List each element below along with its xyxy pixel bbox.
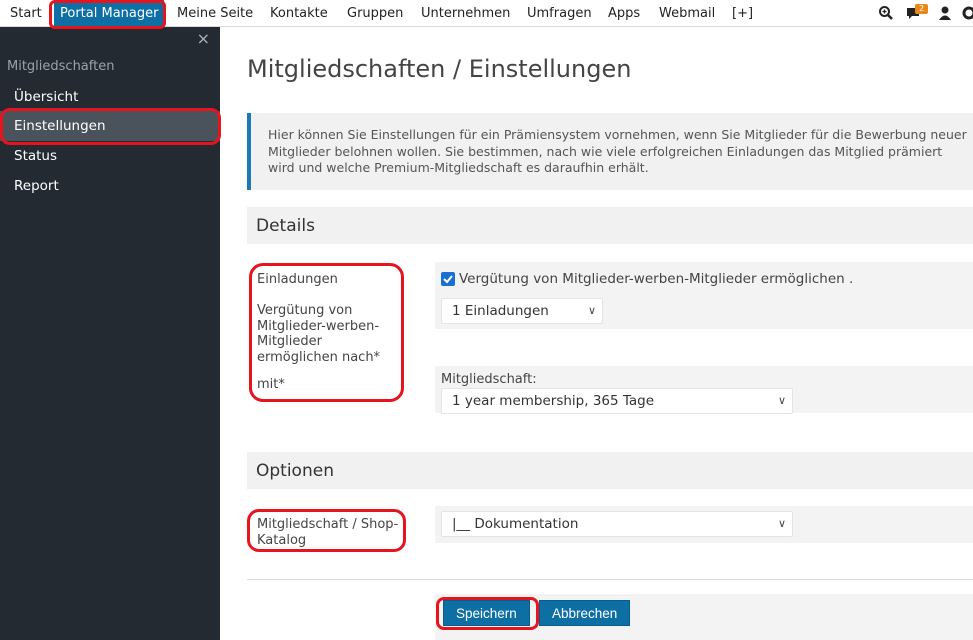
zoom-search-icon[interactable]: [878, 5, 894, 21]
label-einladungen: Einladungen: [257, 272, 338, 287]
chevron-down-icon: ∨: [777, 394, 786, 407]
sidebar-section-title: Mitgliedschaften: [7, 59, 115, 74]
save-button[interactable]: Speichern: [443, 600, 530, 626]
nav-add[interactable]: [+]: [732, 0, 753, 27]
einladungen-select[interactable]: 1 Einladungen ∨: [441, 298, 603, 324]
label-katalog: Mitgliedschaft / Shop-Katalog: [257, 517, 399, 548]
label-verguetung: Vergütung von Mitglieder-werben-Mitglied…: [257, 303, 381, 365]
nav-webmail[interactable]: Webmail: [659, 0, 715, 27]
optionen-heading: Optionen: [256, 461, 334, 481]
info-box: Hier können Sie Einstellungen für ein Pr…: [247, 113, 973, 190]
mitgliedschaft-caption: Mitgliedschaft:: [441, 372, 537, 387]
chevron-down-icon: ∨: [777, 517, 786, 530]
details-heading: Details: [256, 216, 315, 236]
top-navigation: Start Portal Manager Meine Seite Kontakt…: [0, 0, 973, 27]
sidebar-item-report[interactable]: Report: [0, 171, 220, 201]
nav-meine-seite[interactable]: Meine Seite: [177, 0, 253, 27]
verguetung-checkbox[interactable]: [441, 272, 455, 286]
verguetung-checkbox-label[interactable]: Vergütung von Mitglieder-werben-Mitglied…: [459, 271, 853, 287]
sidebar-close-icon[interactable]: ×: [197, 29, 210, 48]
settings-gear-icon[interactable]: [961, 5, 973, 21]
sidebar: × Mitgliedschaften Übersicht Einstellung…: [0, 27, 220, 640]
nav-portal-manager[interactable]: Portal Manager: [54, 0, 165, 27]
details-section-header: Details: [247, 207, 973, 244]
nav-kontakte[interactable]: Kontakte: [270, 0, 328, 27]
nav-unternehmen[interactable]: Unternehmen: [421, 0, 510, 27]
mitgliedschaft-select[interactable]: 1 year membership, 365 Tage ∨: [441, 388, 793, 414]
cancel-button[interactable]: Abbrechen: [539, 600, 631, 626]
katalog-select[interactable]: |__ Dokumentation ∨: [441, 511, 793, 537]
optionen-section-header: Optionen: [247, 452, 973, 489]
nav-umfragen[interactable]: Umfragen: [527, 0, 592, 27]
sidebar-item-uebersicht[interactable]: Übersicht: [0, 82, 220, 112]
user-icon[interactable]: [937, 5, 953, 21]
chevron-down-icon: ∨: [587, 304, 596, 317]
notification-badge: 2: [915, 4, 928, 14]
form-divider: [247, 579, 973, 580]
sidebar-item-status[interactable]: Status: [0, 141, 220, 171]
page-title: Mitgliedschaften / Einstellungen: [247, 55, 632, 83]
nav-gruppen[interactable]: Gruppen: [347, 0, 403, 27]
mitgliedschaft-select-value: 1 year membership, 365 Tage: [452, 393, 655, 409]
katalog-select-value: |__ Dokumentation: [452, 516, 579, 532]
nav-start[interactable]: Start: [10, 0, 42, 27]
einladungen-select-value: 1 Einladungen: [452, 303, 549, 319]
label-mit: mit*: [257, 377, 285, 392]
sidebar-item-einstellungen[interactable]: Einstellungen: [0, 111, 220, 141]
nav-apps[interactable]: Apps: [608, 0, 640, 27]
